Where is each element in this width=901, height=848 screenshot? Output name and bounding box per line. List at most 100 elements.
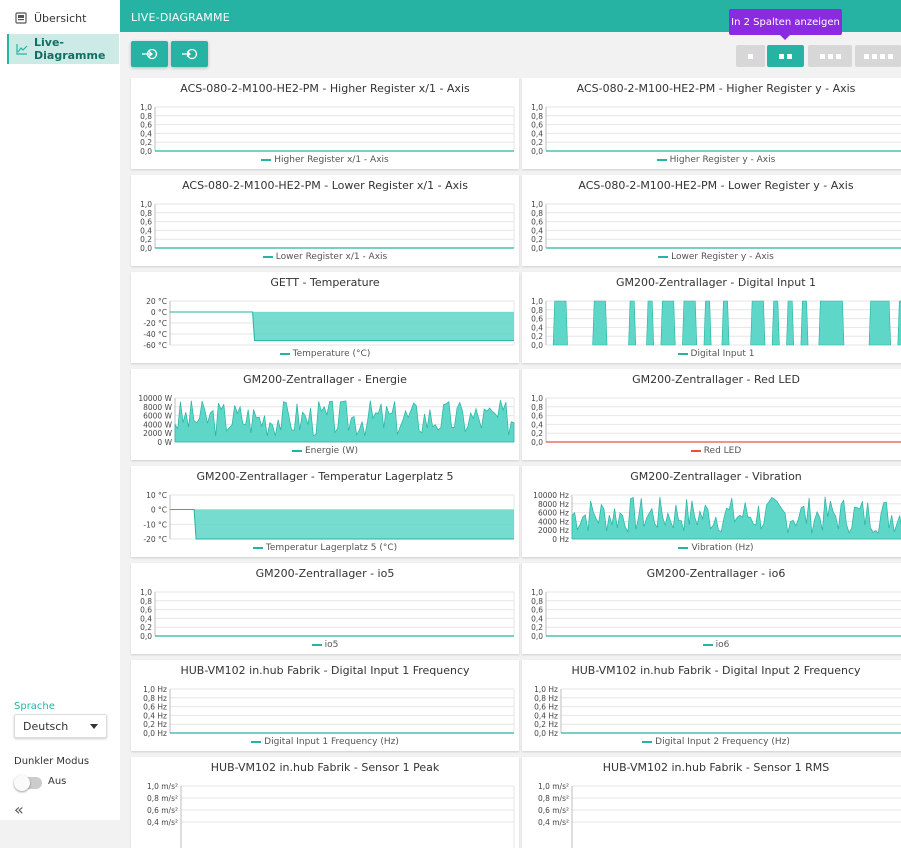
chart-legend[interactable]: io6 bbox=[522, 640, 901, 650]
legend-swatch bbox=[656, 158, 667, 161]
series-pulse bbox=[628, 300, 637, 346]
chart-legend[interactable]: Digital Input 1 bbox=[522, 349, 901, 359]
series-area bbox=[252, 312, 514, 341]
y-tick-label: 0,2 bbox=[140, 138, 152, 147]
y-tick-label: 0,6 Hz bbox=[534, 703, 558, 712]
chart-card: GM200-Zentrallager - Temperatur Lagerpla… bbox=[131, 466, 519, 557]
y-tick-label: 0,4 m/s² bbox=[538, 818, 569, 827]
y-tick-label: 0,8 bbox=[531, 403, 543, 412]
legend-swatch bbox=[311, 643, 322, 646]
legend-label: Red LED bbox=[703, 446, 742, 456]
series-pulse bbox=[592, 300, 608, 346]
chart-legend[interactable]: Lower Register y - Axis bbox=[522, 252, 901, 262]
y-tick-label: 0,2 bbox=[531, 235, 543, 244]
y-tick-label: 0,2 Hz bbox=[534, 720, 558, 729]
chart-legend[interactable]: Vibration (Hz) bbox=[522, 543, 901, 553]
double-chevron-left-icon[interactable]: « bbox=[14, 800, 24, 819]
legend-swatch bbox=[261, 158, 272, 161]
y-tick-label: 0,6 bbox=[531, 218, 543, 227]
y-tick-label: 0,8 bbox=[140, 597, 152, 606]
y-tick-label: 20 °C bbox=[146, 297, 167, 306]
chart-card: GM200-Zentrallager - Digital Input 1 1,0 0… bbox=[522, 272, 901, 363]
legend-swatch bbox=[678, 546, 689, 549]
chart-card: HUB-VM102 in.hub Fabrik - Digital Input … bbox=[522, 660, 901, 751]
chart-card: ACS-080-2-M100-HE2-PM - Higher Register … bbox=[522, 78, 901, 169]
chart-card: HUB-VM102 in.hub Fabrik - Sensor 1 Peak 1… bbox=[131, 757, 519, 848]
y-tick-label: 0,4 bbox=[531, 129, 543, 138]
series-pulse bbox=[750, 300, 766, 346]
columns-1-button[interactable] bbox=[736, 45, 765, 67]
chart-card: GM200-Zentrallager - io5 1,0 0,8 0,6 0,4 0,2 0… bbox=[131, 563, 519, 654]
y-tick-label: 10000 Hz bbox=[533, 491, 569, 500]
y-tick-label: 0,8 Hz bbox=[143, 694, 167, 703]
chart-card: ACS-080-2-M100-HE2-PM - Lower Register x… bbox=[131, 175, 519, 266]
y-tick-label: 0,6 bbox=[140, 121, 152, 130]
y-tick-label: 1,0 bbox=[531, 200, 543, 209]
y-tick-label: 0,6 bbox=[531, 121, 543, 130]
chart-legend[interactable]: Higher Register y - Axis bbox=[522, 155, 901, 165]
chart-legend[interactable]: Higher Register x/1 - Axis bbox=[131, 155, 519, 165]
chart-legend[interactable]: Temperature (°C) bbox=[131, 349, 519, 359]
legend-label: io6 bbox=[715, 640, 730, 650]
legend-label: Vibration (Hz) bbox=[691, 543, 754, 553]
legend-swatch bbox=[658, 255, 669, 258]
import-icon bbox=[181, 48, 197, 60]
legend-label: Lower Register y - Axis bbox=[671, 252, 774, 262]
y-tick-label: 1,0 m/s² bbox=[538, 782, 569, 791]
y-tick-label: 0,4 bbox=[140, 614, 152, 623]
y-tick-label: 6000 Hz bbox=[538, 509, 569, 518]
y-tick-label: 0,8 m/s² bbox=[538, 794, 569, 803]
legend-label: Digital Input 1 Frequency (Hz) bbox=[264, 737, 399, 747]
legend-label: Temperatur Lagerplatz 5 (°C) bbox=[265, 543, 398, 553]
legend-swatch bbox=[262, 255, 273, 258]
sidebar-item-label: Live-Diagramme bbox=[34, 36, 106, 62]
chart-legend[interactable]: Digital Input 2 Frequency (Hz) bbox=[522, 737, 901, 747]
y-tick-label: 10000 W bbox=[138, 394, 172, 403]
legend-label: Temperature (°C) bbox=[292, 349, 371, 359]
chart-legend[interactable]: io5 bbox=[131, 640, 519, 650]
y-tick-label: 1,0 Hz bbox=[143, 685, 167, 694]
y-tick-label: 4000 Hz bbox=[538, 517, 569, 526]
chart-legend[interactable]: Digital Input 1 Frequency (Hz) bbox=[131, 737, 519, 747]
columns-3-button[interactable] bbox=[808, 45, 852, 67]
y-tick-label: 1,0 bbox=[140, 200, 152, 209]
chart-legend[interactable]: Red LED bbox=[522, 446, 901, 456]
y-tick-label: -40 °C bbox=[143, 330, 167, 339]
sidebar-item-live-diagrams[interactable]: Live-Diagramme bbox=[7, 34, 119, 64]
chart-card: GM200-Zentrallager - Vibration 10000 Hz 80… bbox=[522, 466, 901, 557]
dark-mode-toggle[interactable] bbox=[14, 775, 42, 791]
y-tick-label: 2000 Hz bbox=[538, 526, 569, 535]
y-tick-label: 10 °C bbox=[146, 491, 167, 500]
y-tick-label: 0,4 Hz bbox=[534, 711, 558, 720]
y-tick-label: 0,4 m/s² bbox=[147, 818, 178, 827]
import-button[interactable] bbox=[171, 41, 208, 67]
y-tick-label: 0,6 bbox=[531, 412, 543, 421]
legend-label: Higher Register x/1 - Axis bbox=[274, 155, 389, 165]
legend-swatch bbox=[642, 740, 653, 743]
sidebar-item-label: Übersicht bbox=[34, 11, 87, 25]
y-tick-label: 0,2 bbox=[531, 429, 543, 438]
y-tick-label: 1,0 bbox=[531, 394, 543, 403]
columns-2-button[interactable] bbox=[767, 45, 804, 67]
chart-card: GM200-Zentrallager - io6 1,0 0,8 0,6 0,4 0,2 0… bbox=[522, 563, 901, 654]
legend-swatch bbox=[690, 449, 701, 452]
sidebar-item-overview[interactable]: Übersicht bbox=[7, 3, 117, 33]
series-pulse bbox=[868, 300, 891, 346]
columns-4-button[interactable] bbox=[855, 45, 901, 67]
chart-legend[interactable]: Energie (W) bbox=[131, 446, 519, 456]
dark-mode-value: Aus bbox=[48, 776, 67, 787]
login-icon bbox=[141, 48, 157, 60]
language-select[interactable]: Deutsch bbox=[14, 714, 107, 738]
y-tick-label: 4000 W bbox=[143, 420, 172, 429]
chart-legend[interactable]: Temperatur Lagerplatz 5 (°C) bbox=[131, 543, 519, 553]
y-tick-label: 1,0 bbox=[531, 103, 543, 112]
language-value: Deutsch bbox=[23, 719, 69, 733]
login-button[interactable] bbox=[131, 41, 168, 67]
legend-swatch bbox=[251, 740, 262, 743]
legend-swatch bbox=[702, 643, 713, 646]
chart-legend[interactable]: Lower Register x/1 - Axis bbox=[131, 252, 519, 262]
series-pulse bbox=[721, 300, 730, 346]
y-tick-label: 0,6 bbox=[531, 315, 543, 324]
chart-line-icon bbox=[16, 42, 28, 56]
y-tick-label: 1,0 bbox=[140, 103, 152, 112]
